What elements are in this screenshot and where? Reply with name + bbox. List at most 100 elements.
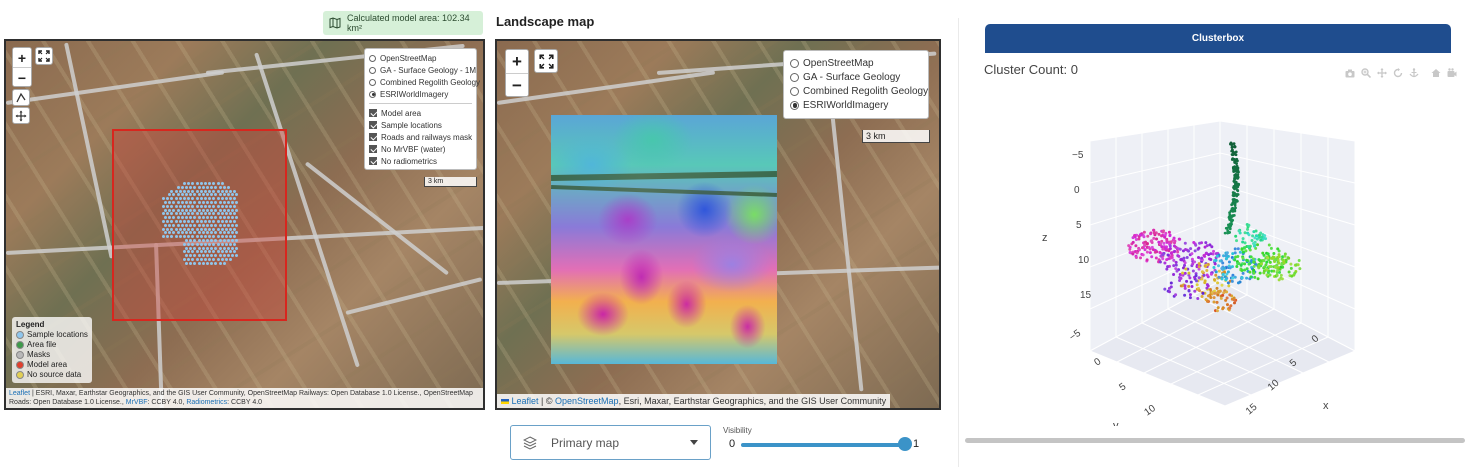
legend-item: No source data	[16, 370, 88, 380]
landscape-map[interactable]: + − OpenStreetMap GA - Surface Geology Com…	[495, 39, 941, 410]
data-point	[1193, 289, 1197, 293]
overlay-layer-option[interactable]: Sample locations	[369, 119, 472, 131]
home-icon[interactable]	[1431, 68, 1441, 78]
fullscreen-button[interactable]	[534, 49, 558, 73]
base-layer-option[interactable]: GA - Surface Geology - 1M	[369, 64, 476, 76]
sample-location-marker	[222, 185, 226, 189]
camera-icon[interactable]	[1345, 68, 1355, 78]
zoom-in-button[interactable]: +	[506, 50, 528, 74]
radio-button[interactable]	[369, 90, 376, 98]
base-layer-option[interactable]: ESRIWorldImagery	[369, 88, 472, 100]
measure-button[interactable]	[12, 89, 30, 106]
data-point	[1200, 241, 1204, 245]
leaflet-link[interactable]: Leaflet	[512, 396, 539, 406]
legend-item: Area file	[16, 340, 88, 350]
cluster-3d-scatter[interactable]: −5051015z−5051015y051015x	[985, 86, 1461, 426]
turntable-icon[interactable]	[1409, 68, 1419, 78]
base-layer-option[interactable]: OpenStreetMap	[790, 56, 922, 70]
sample-location-marker	[195, 235, 199, 239]
data-point	[1277, 261, 1281, 265]
checkbox[interactable]	[369, 145, 377, 153]
zoom-out-button[interactable]: −	[506, 74, 528, 96]
data-point	[1243, 231, 1247, 235]
radio-button[interactable]	[790, 86, 799, 96]
sample-location-marker	[197, 216, 201, 220]
data-point	[1245, 276, 1249, 280]
z-tick-label: 0	[1074, 185, 1080, 196]
zoom-out-button[interactable]: −	[13, 68, 31, 86]
data-point	[1208, 243, 1212, 247]
overlay-layer-option[interactable]: Model area	[369, 107, 472, 119]
data-point	[1227, 284, 1231, 288]
checkbox[interactable]	[369, 121, 377, 129]
checkbox[interactable]	[369, 157, 377, 165]
layer-label: GA - Surface Geology	[803, 71, 901, 83]
radio-button[interactable]	[369, 78, 376, 86]
checkbox[interactable]	[369, 133, 377, 141]
data-point	[1205, 299, 1209, 303]
data-point	[1161, 257, 1165, 261]
data-point	[1231, 276, 1235, 280]
radio-button[interactable]	[790, 58, 799, 68]
reset-camera-icon[interactable]	[1447, 68, 1457, 78]
checkbox[interactable]	[369, 109, 377, 117]
sample-location-marker	[231, 246, 235, 250]
data-point	[1167, 286, 1171, 290]
overlay-layer-option[interactable]: Roads and railways mask	[369, 131, 472, 143]
visibility-slider-track[interactable]	[741, 443, 905, 447]
radio-button[interactable]	[790, 100, 799, 110]
overlay-layer-option[interactable]: No radiometrics	[369, 155, 472, 167]
layers-icon	[523, 435, 537, 450]
leaflet-link[interactable]: Leaflet	[9, 390, 30, 397]
mrvbf-link[interactable]: MrVBF	[126, 399, 148, 406]
data-point	[1184, 267, 1188, 271]
visibility-slider-thumb[interactable]	[898, 437, 912, 451]
overlay-layer-option[interactable]: No MrVBF (water)	[369, 143, 472, 155]
sample-location-marker	[174, 189, 178, 193]
zoom-in-button[interactable]: +	[13, 48, 31, 68]
input-map[interactable]: + − OpenStreetMap GA - Surface Geology - …	[4, 39, 485, 410]
data-point	[1168, 234, 1172, 238]
horizontal-scrollbar[interactable]	[965, 438, 1465, 443]
radio-button[interactable]	[369, 54, 376, 62]
clusterbox-tab[interactable]: Clusterbox	[985, 24, 1451, 53]
base-layer-option[interactable]: Combined Regolith Geology	[790, 84, 928, 98]
radiometrics-link[interactable]: Radiometrics	[186, 399, 227, 406]
orbit-icon[interactable]	[1393, 68, 1403, 78]
sample-location-marker	[195, 189, 199, 193]
data-point	[1214, 273, 1218, 277]
data-point	[1197, 246, 1201, 250]
sample-location-marker	[229, 227, 233, 231]
sample-location-marker	[204, 227, 207, 231]
zoom-icon[interactable]	[1361, 68, 1371, 78]
base-layer-option[interactable]: Combined Regolith Geology	[369, 76, 480, 88]
sample-location-marker	[178, 220, 182, 223]
sample-location-marker	[185, 223, 188, 227]
pan-button[interactable]	[12, 107, 30, 124]
pan-icon[interactable]	[1377, 68, 1387, 78]
data-point	[1197, 276, 1201, 280]
osm-link[interactable]: OpenStreetMap	[555, 396, 619, 406]
data-point	[1243, 262, 1247, 266]
data-point	[1258, 271, 1262, 275]
data-point	[1233, 204, 1237, 207]
data-point	[1241, 240, 1245, 244]
sample-location-marker	[220, 189, 224, 193]
sample-location-marker	[206, 185, 209, 189]
base-layer-option[interactable]: ESRIWorldImagery	[790, 98, 922, 112]
fullscreen-button[interactable]	[35, 47, 53, 65]
sample-location-marker	[183, 182, 186, 185]
base-layer-option[interactable]: GA - Surface Geology	[790, 70, 922, 84]
base-layer-option[interactable]: OpenStreetMap	[369, 52, 472, 64]
radio-button[interactable]	[369, 66, 376, 74]
radio-button[interactable]	[790, 72, 799, 82]
map-layer-select[interactable]: Primary map	[510, 425, 711, 460]
data-point	[1262, 259, 1266, 263]
data-point	[1228, 211, 1231, 215]
sample-location-marker	[164, 223, 167, 227]
sample-location-marker	[204, 242, 207, 246]
data-point	[1247, 233, 1251, 237]
data-point	[1181, 271, 1185, 275]
data-point	[1133, 234, 1137, 238]
z-tick-label: 15	[1080, 290, 1092, 301]
